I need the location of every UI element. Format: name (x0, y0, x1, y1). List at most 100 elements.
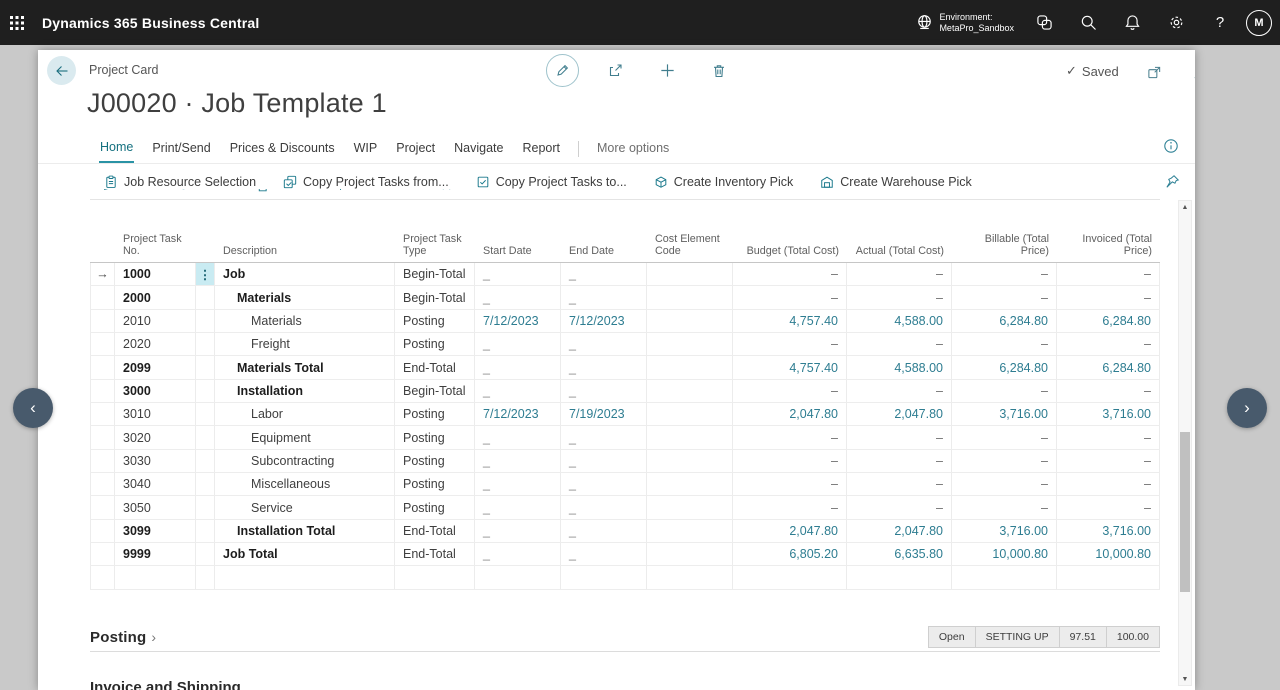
cell-actual-total-cost[interactable]: 4,588.00 (847, 356, 952, 378)
grid-action-new-line[interactable]: New Line (334, 189, 405, 192)
cell-invoiced-total-price[interactable]: – (1057, 450, 1160, 472)
cell-end-date[interactable]: _ (561, 263, 647, 285)
row-gutter[interactable] (90, 380, 115, 402)
row-options[interactable] (196, 380, 215, 402)
cell-cost-element-code[interactable] (647, 520, 733, 542)
cell-budget-total-cost[interactable]: 2,047.80 (733, 403, 847, 425)
copilot-icon[interactable] (1026, 0, 1062, 45)
scroll-down-icon[interactable]: ▼ (1179, 673, 1191, 685)
cell-budget-total-cost[interactable]: 2,047.80 (733, 520, 847, 542)
previous-record-button[interactable]: ‹ (13, 388, 53, 428)
cell-description[interactable]: Materials (215, 310, 395, 332)
grid-action-new[interactable]: New (256, 189, 300, 192)
cell-billable-total-price[interactable]: 10,000.80 (952, 543, 1057, 565)
cell-project-task-no[interactable]: 9999 (115, 543, 196, 565)
app-title[interactable]: Dynamics 365 Business Central (42, 15, 259, 31)
cell-billable-total-price[interactable]: 3,716.00 (952, 403, 1057, 425)
cell-invoiced-total-price[interactable]: 3,716.00 (1057, 403, 1160, 425)
delete-trash-icon[interactable] (703, 55, 735, 87)
tab-report[interactable]: Report (521, 136, 561, 162)
scrollbar-thumb[interactable] (1180, 432, 1190, 592)
cell-cost-element-code[interactable] (647, 473, 733, 495)
cell-cost-element-code[interactable] (647, 380, 733, 402)
new-plus-icon[interactable] (651, 55, 683, 87)
cell-cost-element-code[interactable] (647, 426, 733, 448)
cell-start-date[interactable]: _ (475, 473, 561, 495)
posting-section-header[interactable]: Posting › OpenSETTING UP97.51100.00 (90, 623, 1160, 652)
cell-billable-total-price[interactable]: – (952, 333, 1057, 355)
action-copy-project-tasks-from[interactable]: Copy Project Tasks from... (283, 175, 449, 189)
row-gutter[interactable] (90, 333, 115, 355)
cell-actual-total-cost[interactable]: – (847, 380, 952, 402)
cell-invoiced-total-price[interactable] (1057, 566, 1160, 588)
column-header-billable-total-price[interactable]: Billable (Total Price) (952, 233, 1057, 262)
cell-description[interactable] (215, 566, 395, 588)
row-options[interactable] (196, 356, 215, 378)
row-options[interactable] (196, 333, 215, 355)
row-options-ellipsis-icon[interactable]: ⋮ (196, 263, 215, 285)
cell-project-task-no[interactable]: 2000 (115, 286, 196, 308)
settings-gear-icon[interactable] (1158, 0, 1194, 45)
row-options[interactable] (196, 286, 215, 308)
cell-cost-element-code[interactable] (647, 543, 733, 565)
column-header-start-date[interactable]: Start Date (475, 245, 561, 262)
cell-description[interactable]: Installation (215, 380, 395, 402)
cell-start-date[interactable]: _ (475, 450, 561, 472)
cell-description[interactable]: Installation Total (215, 520, 395, 542)
cell-actual-total-cost[interactable]: – (847, 496, 952, 518)
cell-budget-total-cost[interactable]: – (733, 333, 847, 355)
notifications-bell-icon[interactable] (1114, 0, 1150, 45)
row-gutter[interactable] (90, 496, 115, 518)
cell-billable-total-price[interactable]: – (952, 426, 1057, 448)
cell-description[interactable]: Materials Total (215, 356, 395, 378)
cell-project-task-type[interactable]: Posting (395, 473, 475, 495)
scroll-up-icon[interactable]: ▲ (1179, 201, 1191, 213)
cell-actual-total-cost[interactable]: – (847, 473, 952, 495)
cell-end-date[interactable]: _ (561, 450, 647, 472)
cell-budget-total-cost[interactable]: – (733, 263, 847, 285)
apps-launcher-icon[interactable] (0, 0, 34, 45)
column-header-budget-total-cost[interactable]: Budget (Total Cost) (733, 245, 847, 262)
cell-budget-total-cost[interactable]: 6,805.20 (733, 543, 847, 565)
cell-project-task-type[interactable]: End-Total (395, 543, 475, 565)
cell-start-date[interactable]: _ (475, 263, 561, 285)
cell-budget-total-cost[interactable]: – (733, 286, 847, 308)
column-header-actual-total-cost[interactable]: Actual (Total Cost) (847, 245, 952, 262)
cell-actual-total-cost[interactable]: – (847, 286, 952, 308)
cell-project-task-no[interactable]: 3020 (115, 426, 196, 448)
column-header-project-task-type[interactable]: Project Task Type (395, 233, 475, 262)
tab-project[interactable]: Project (395, 136, 436, 162)
cell-budget-total-cost[interactable]: 4,757.40 (733, 356, 847, 378)
cell-invoiced-total-price[interactable]: – (1057, 286, 1160, 308)
share-icon[interactable] (599, 55, 631, 87)
cell-budget-total-cost[interactable]: 4,757.40 (733, 310, 847, 332)
cell-actual-total-cost[interactable]: – (847, 450, 952, 472)
cell-start-date[interactable]: _ (475, 543, 561, 565)
row-options[interactable] (196, 403, 215, 425)
cell-start-date[interactable]: _ (475, 520, 561, 542)
cell-project-task-no[interactable]: 3099 (115, 520, 196, 542)
cell-project-task-no[interactable]: 2010 (115, 310, 196, 332)
cell-billable-total-price[interactable]: – (952, 263, 1057, 285)
cell-invoiced-total-price[interactable]: 3,716.00 (1057, 520, 1160, 542)
cell-budget-total-cost[interactable]: – (733, 496, 847, 518)
row-gutter[interactable] (90, 426, 115, 448)
cell-cost-element-code[interactable] (647, 263, 733, 285)
help-icon[interactable]: ? (1202, 0, 1238, 45)
row-options[interactable] (196, 496, 215, 518)
next-record-button[interactable]: › (1227, 388, 1267, 428)
cell-project-task-type[interactable]: Posting (395, 403, 475, 425)
cell-project-task-type[interactable]: End-Total (395, 356, 475, 378)
cell-project-task-type[interactable] (395, 566, 475, 588)
cell-invoiced-total-price[interactable]: – (1057, 473, 1160, 495)
cell-invoiced-total-price[interactable]: – (1057, 426, 1160, 448)
cell-start-date[interactable]: 7/12/2023 (475, 310, 561, 332)
cell-cost-element-code[interactable] (647, 310, 733, 332)
cell-end-date[interactable]: _ (561, 473, 647, 495)
cell-start-date[interactable]: _ (475, 426, 561, 448)
cell-project-task-no[interactable]: 1000 (115, 263, 196, 285)
cell-project-task-no[interactable] (115, 566, 196, 588)
cell-project-task-no[interactable]: 3030 (115, 450, 196, 472)
cell-end-date[interactable]: _ (561, 286, 647, 308)
row-options[interactable] (196, 520, 215, 542)
